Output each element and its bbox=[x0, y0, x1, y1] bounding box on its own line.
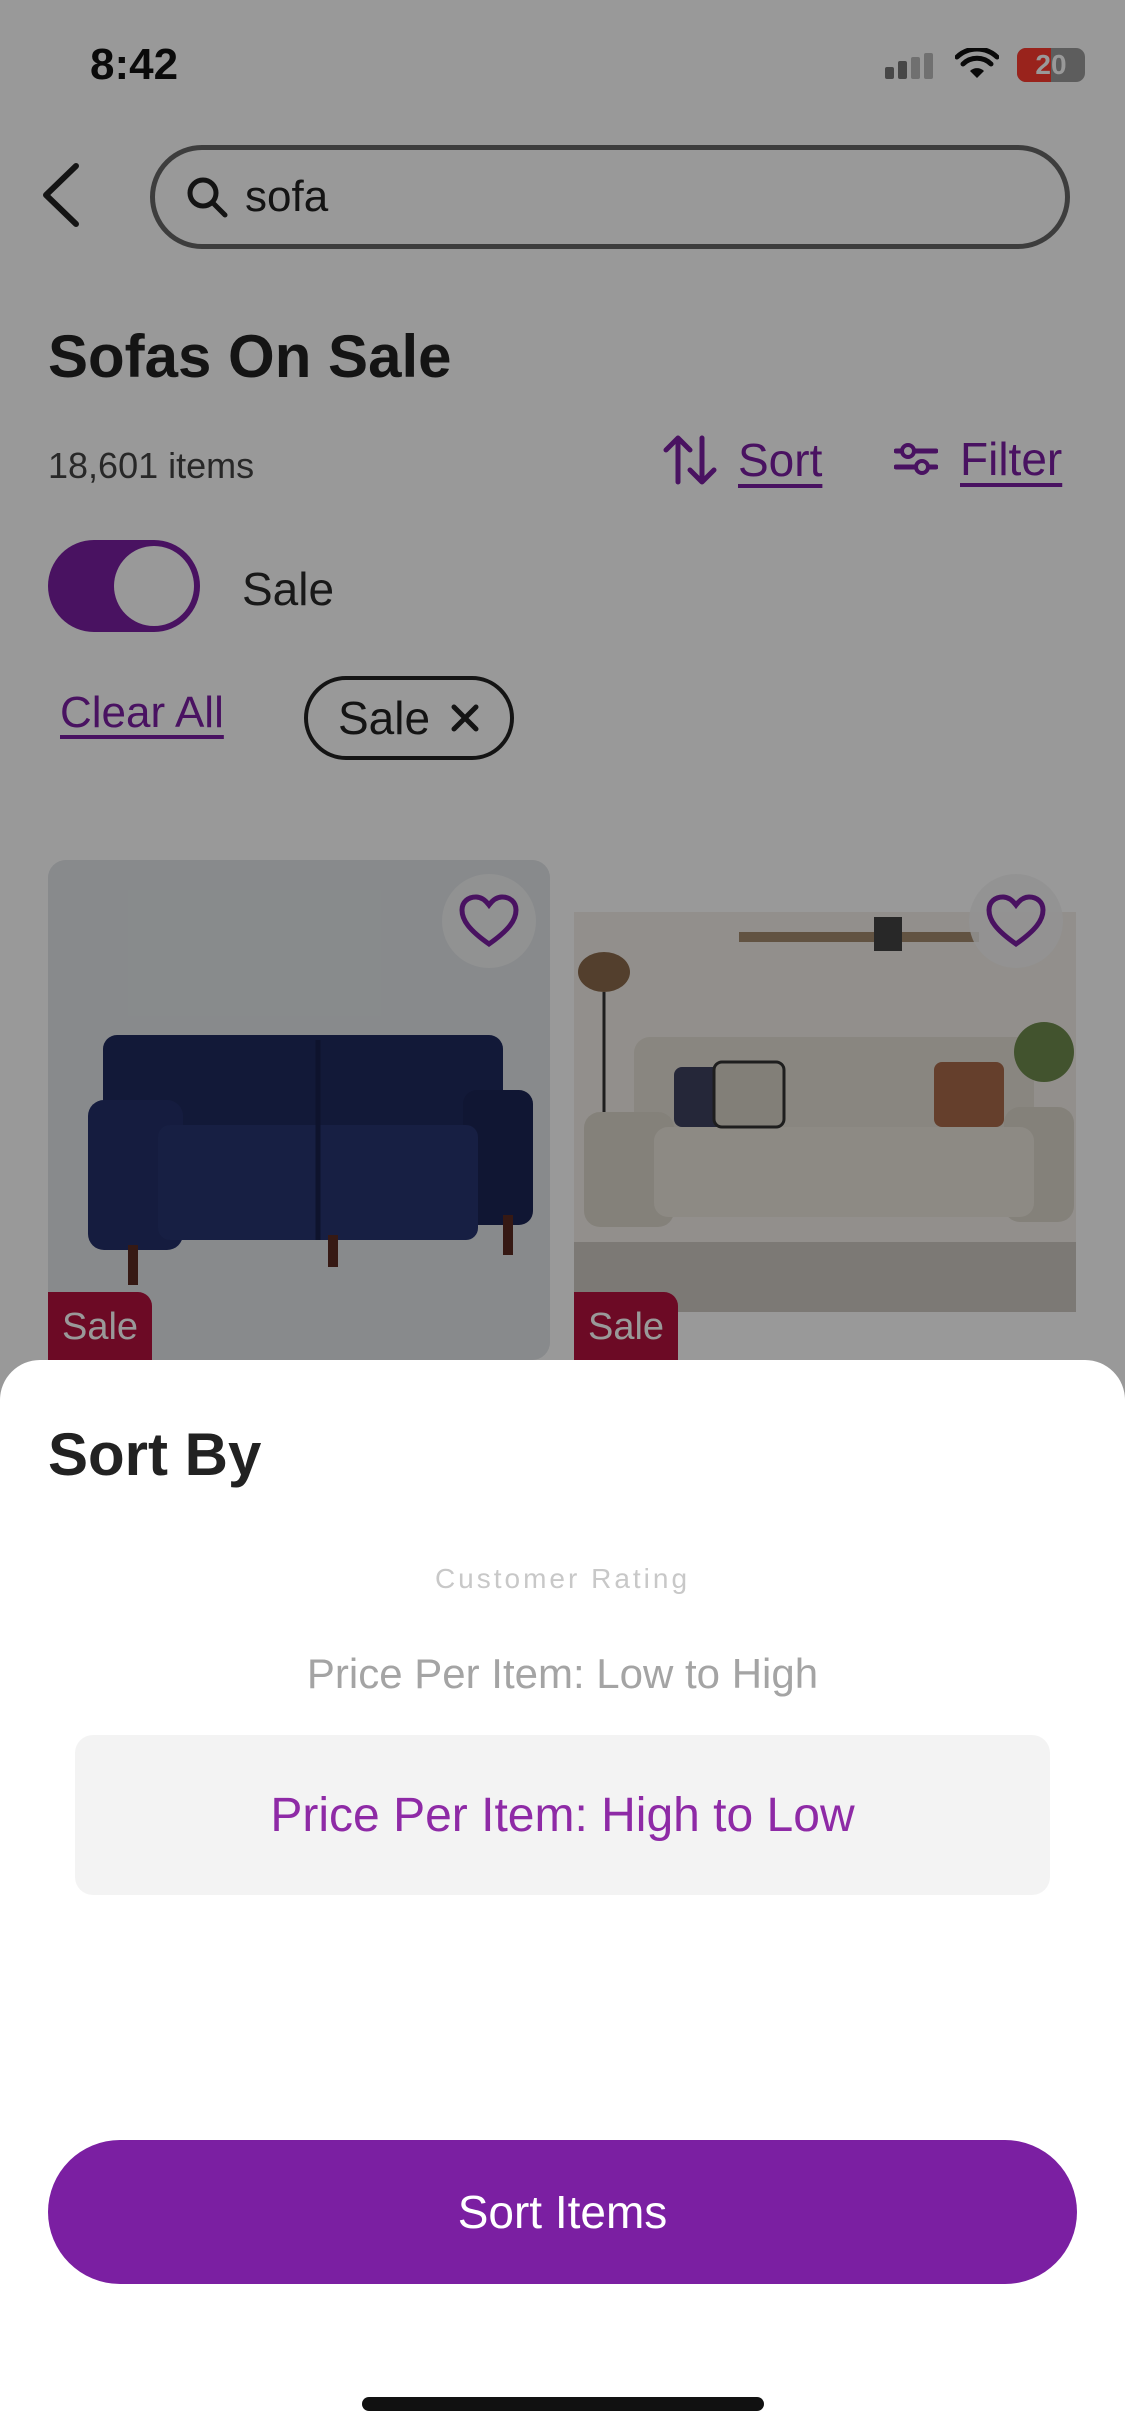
sort-items-button[interactable]: Sort Items bbox=[48, 2140, 1077, 2284]
sort-option[interactable]: Price Per Item: Low to High bbox=[0, 1650, 1125, 1698]
sheet-title: Sort By bbox=[48, 1421, 262, 1488]
sort-option-selected[interactable]: Price Per Item: High to Low bbox=[75, 1735, 1050, 1895]
sort-option[interactable]: Customer Rating bbox=[0, 1563, 1125, 1595]
home-indicator bbox=[362, 2397, 764, 2411]
